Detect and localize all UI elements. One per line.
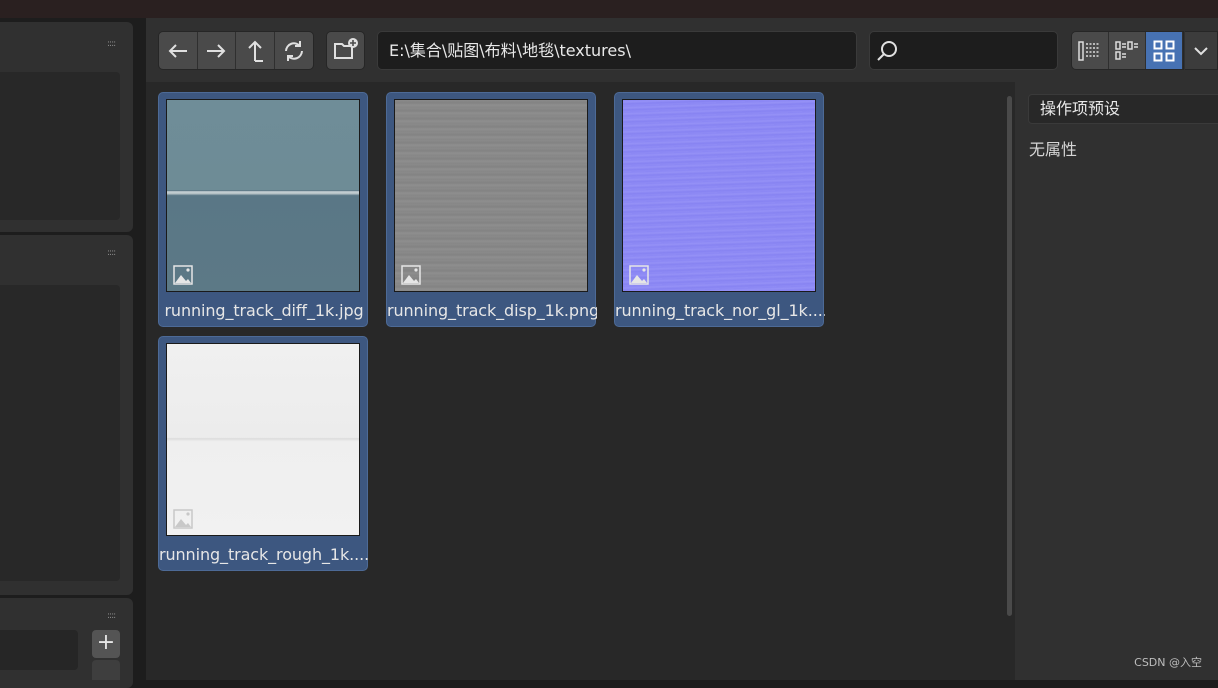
search-icon — [876, 40, 898, 66]
image-file-icon — [629, 265, 649, 285]
left-panel-1: :::: — [0, 22, 133, 232]
new-folder-icon — [333, 38, 359, 64]
vertical-list-icon[interactable] — [1072, 32, 1109, 69]
image-file-icon — [173, 509, 193, 529]
thumbnails-icon[interactable] — [1146, 32, 1183, 69]
file-list: running_track_diff_1k.jpg running_track_… — [146, 82, 1015, 680]
watermark: CSDN @入空 — [1134, 654, 1202, 670]
file-name: running_track_disp_1k.png — [387, 301, 597, 320]
options-sidebar: 操作项预设 无属性 — [1016, 82, 1218, 680]
new-folder-button[interactable] — [326, 31, 365, 70]
left-panel-2: :::: — [0, 235, 133, 595]
add-button[interactable]: + — [92, 630, 120, 658]
left-list-field[interactable] — [0, 630, 78, 670]
image-file-icon — [173, 265, 193, 285]
arrow-left-icon[interactable] — [159, 32, 198, 69]
horizontal-list-icon[interactable] — [1109, 32, 1146, 69]
file-browser-header: E:\集合\贴图\布料\地毯\textures\ — [146, 18, 1218, 82]
file-thumbnail[interactable]: running_track_diff_1k.jpg — [158, 92, 368, 327]
file-thumbnail[interactable]: running_track_nor_gl_1k.... — [614, 92, 824, 327]
file-name: running_track_rough_1k.... — [159, 545, 369, 564]
scrollbar[interactable] — [1007, 96, 1012, 616]
chevron-down-icon — [1194, 41, 1208, 60]
texture-preview — [166, 99, 360, 292]
drag-grip-icon[interactable]: :::: — [107, 612, 123, 620]
left-panel-1-list[interactable] — [0, 72, 120, 220]
texture-preview — [166, 343, 360, 536]
display-mode-buttons — [1071, 31, 1184, 70]
search-input[interactable] — [904, 38, 1052, 63]
operator-presets-dropdown[interactable]: 操作项预设 — [1028, 94, 1218, 124]
remove-button[interactable] — [92, 660, 120, 680]
parent-directory-icon[interactable] — [236, 32, 275, 69]
left-panel-2-list[interactable] — [0, 285, 120, 581]
directory-path-field[interactable]: E:\集合\贴图\布料\地毯\textures\ — [377, 31, 857, 70]
file-name: running_track_diff_1k.jpg — [159, 301, 369, 320]
image-file-icon — [401, 265, 421, 285]
file-thumbnail[interactable]: running_track_rough_1k.... — [158, 336, 368, 571]
texture-preview — [622, 99, 816, 292]
drag-grip-icon[interactable]: :::: — [107, 40, 123, 48]
texture-preview — [394, 99, 588, 292]
no-properties-label: 无属性 — [1029, 136, 1077, 160]
navigation-buttons — [158, 31, 314, 70]
top-strip — [0, 0, 1218, 18]
file-name: running_track_nor_gl_1k.... — [615, 301, 825, 320]
arrow-right-icon[interactable] — [198, 32, 237, 69]
file-browser: E:\集合\贴图\布料\地毯\textures\ — [146, 18, 1218, 680]
refresh-icon[interactable] — [275, 32, 314, 69]
display-settings-dropdown[interactable] — [1185, 31, 1218, 70]
left-region: :::: :::: :::: — [0, 18, 140, 680]
drag-grip-icon[interactable]: :::: — [107, 249, 123, 257]
search-field[interactable] — [869, 31, 1058, 70]
file-thumbnail[interactable]: running_track_disp_1k.png — [386, 92, 596, 327]
